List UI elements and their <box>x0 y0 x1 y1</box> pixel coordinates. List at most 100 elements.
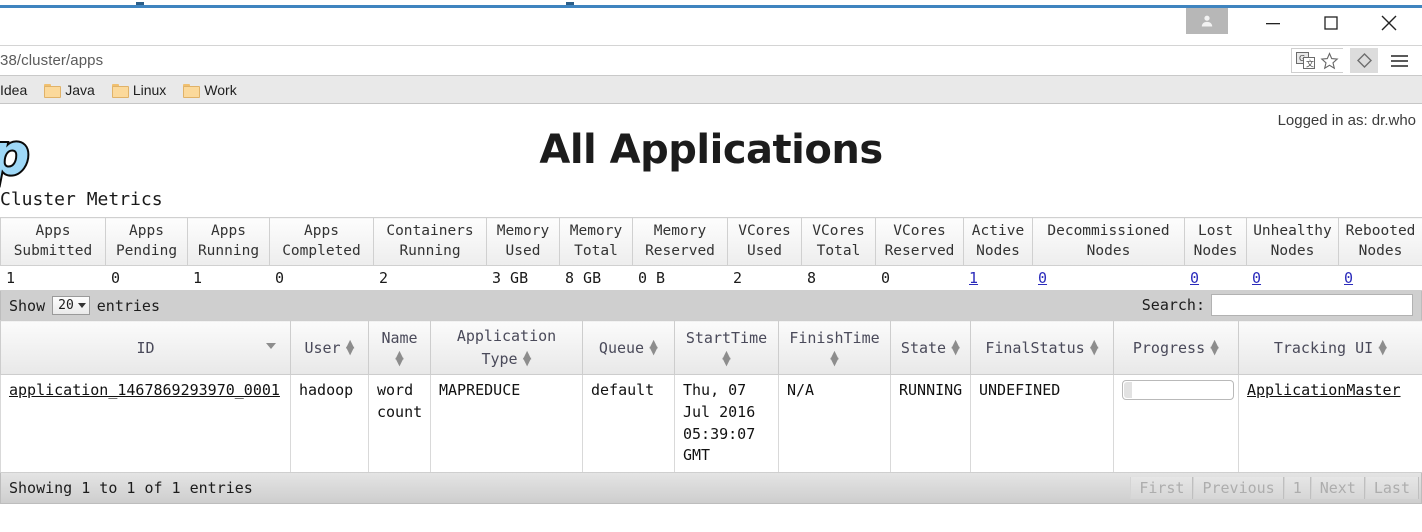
metric-value-apps-completed: 0 <box>269 265 374 292</box>
bookmark-item-java[interactable]: Java <box>44 82 104 98</box>
column-label: Name <box>381 329 418 348</box>
column-label: Tracking UI <box>1273 338 1374 357</box>
browser-chrome: 38/cluster/apps G 文 Idea Java Linux Work <box>0 0 1422 104</box>
header-line: Submitted <box>13 242 93 259</box>
metric-value-apps-running: 1 <box>187 265 270 292</box>
column-header-state[interactable]: State ▲ ▼ <box>890 320 971 376</box>
pagination-next[interactable]: Next <box>1310 477 1365 500</box>
cell-application-type: MAPREDUCE <box>430 374 583 474</box>
header-line: Memory <box>653 223 707 239</box>
column-label: StartTime <box>685 329 768 348</box>
column-header-user[interactable]: User ▲ ▼ <box>290 320 369 376</box>
sort-both-icon[interactable]: ▲ ▼ <box>395 349 404 367</box>
maximize-button[interactable] <box>1308 8 1354 38</box>
unhealthy-nodes-link[interactable]: 0 <box>1252 269 1261 287</box>
column-header-progress[interactable]: Progress ▲ ▼ <box>1113 320 1239 376</box>
header-line: Apps <box>35 223 71 239</box>
tab-strip[interactable] <box>0 0 1422 8</box>
decommissioned-nodes-link[interactable]: 0 <box>1038 269 1047 287</box>
rebooted-nodes-link[interactable]: 0 <box>1344 269 1353 287</box>
metric-value-apps-submitted: 1 <box>0 265 106 292</box>
sort-both-icon[interactable]: ▲ ▼ <box>1210 338 1219 356</box>
page-length-control[interactable]: Show 20 entries <box>9 296 160 316</box>
column-header-finalstatus[interactable]: FinalStatus ▲ ▼ <box>970 320 1114 376</box>
star-icon[interactable] <box>1320 51 1339 70</box>
column-header-finishtime[interactable]: FinishTime ▲ ▼ <box>778 320 891 376</box>
extension-button[interactable] <box>1350 48 1378 73</box>
address-bar[interactable]: 38/cluster/apps G 文 <box>0 45 1422 76</box>
header-line: Nodes <box>976 242 1020 259</box>
column-header-id[interactable]: ID <box>0 320 291 376</box>
url-text[interactable]: 38/cluster/apps <box>0 52 1291 69</box>
sort-both-icon[interactable]: ▲ ▼ <box>1378 338 1387 356</box>
pagination-previous[interactable]: Previous <box>1193 477 1284 500</box>
sort-both-icon[interactable]: ▲ ▼ <box>722 349 731 367</box>
header-line: Used <box>747 242 782 259</box>
application-id-link[interactable]: application_1467869293970_0001 <box>9 381 280 399</box>
sort-both-icon[interactable]: ▲ ▼ <box>951 338 960 356</box>
person-icon <box>1201 15 1213 27</box>
metric-header-active-nodes: Active Nodes <box>963 216 1033 267</box>
metric-value-memory-reserved: 0 B <box>632 265 728 292</box>
pagination: First Previous 1 Next Last <box>1130 477 1419 500</box>
pagination-last[interactable]: Last <box>1364 477 1419 500</box>
lost-nodes-link[interactable]: 0 <box>1190 269 1199 287</box>
pagination-first[interactable]: First <box>1130 477 1194 500</box>
header-line: Apps <box>129 223 164 239</box>
header-line: Containers <box>386 223 474 239</box>
bookmark-item-idea[interactable]: Idea <box>0 82 36 98</box>
svg-text:文: 文 <box>1306 58 1314 68</box>
header-line: Nodes <box>1193 242 1238 259</box>
application-master-link[interactable]: ApplicationMaster <box>1247 381 1401 399</box>
column-header-queue[interactable]: Queue ▲ ▼ <box>582 320 675 376</box>
metric-header-apps-running: Apps Running <box>187 216 270 267</box>
hamburger-menu-icon <box>1390 64 1408 67</box>
sort-both-icon[interactable]: ▲ ▼ <box>523 349 532 367</box>
cell-name: word count <box>368 374 431 474</box>
header-line: VCores <box>893 223 946 239</box>
metric-header-vcores-used: VCores Used <box>727 216 802 267</box>
page-length-select[interactable]: 20 <box>52 296 90 316</box>
applications-table: ID User ▲ ▼ Name ▲ ▼ Application Type ▲ … <box>0 320 1422 474</box>
header-line: VCores <box>738 223 791 239</box>
metric-header-decommissioned-nodes: Decommissioned Nodes <box>1032 216 1185 267</box>
metric-header-unhealthy-nodes: Unhealthy Nodes <box>1246 216 1339 267</box>
column-label: Type <box>481 350 518 369</box>
hadoop-logo[interactable]: op <box>0 126 32 186</box>
header-line: Pending <box>115 242 178 259</box>
profile-button[interactable] <box>1186 8 1228 34</box>
page-title: All Applications <box>539 127 883 173</box>
column-header-tracking-ui[interactable]: Tracking UI ▲ ▼ <box>1238 320 1422 376</box>
browser-menu-button[interactable] <box>1384 48 1414 73</box>
sort-both-icon[interactable]: ▲ ▼ <box>830 349 839 367</box>
search-input[interactable] <box>1211 294 1413 317</box>
sort-both-icon[interactable]: ▲ ▼ <box>346 338 355 356</box>
bookmark-item-work[interactable]: Work <box>183 82 245 98</box>
close-button[interactable] <box>1366 8 1412 38</box>
header-line: Running <box>197 242 260 259</box>
cell-id[interactable]: application_1467869293970_0001 <box>0 374 291 474</box>
metric-value-unhealthy-nodes[interactable]: 0 <box>1246 265 1339 292</box>
header-line: Rebooted <box>1345 223 1416 239</box>
metric-header-memory-total: Memory Total <box>559 216 633 267</box>
minimize-button[interactable] <box>1250 8 1296 38</box>
cell-tracking-ui[interactable]: ApplicationMaster <box>1238 374 1422 474</box>
metric-value-decommissioned-nodes[interactable]: 0 <box>1032 265 1185 292</box>
translate-icon[interactable]: G 文 <box>1296 51 1316 70</box>
sort-descending-icon[interactable] <box>266 343 276 350</box>
header-line: Running <box>399 242 461 259</box>
column-header-name[interactable]: Name ▲ ▼ <box>368 320 431 376</box>
metric-value-active-nodes[interactable]: 1 <box>963 265 1033 292</box>
metric-value-lost-nodes[interactable]: 0 <box>1184 265 1247 292</box>
metric-header-memory-reserved: Memory Reserved <box>632 216 728 267</box>
sort-both-icon[interactable]: ▲ ▼ <box>1090 338 1099 356</box>
active-nodes-link[interactable]: 1 <box>969 269 978 287</box>
bookmark-item-linux[interactable]: Linux <box>111 82 175 98</box>
metric-value-rebooted-nodes[interactable]: 0 <box>1338 265 1422 292</box>
column-header-application-type[interactable]: Application Type ▲ ▼ <box>430 320 583 376</box>
cell-state: RUNNING <box>890 374 971 474</box>
metric-value-vcores-total: 8 <box>801 265 876 292</box>
sort-both-icon[interactable]: ▲ ▼ <box>649 338 658 356</box>
pagination-page-1[interactable]: 1 <box>1283 477 1311 500</box>
column-header-starttime[interactable]: StartTime ▲ ▼ <box>674 320 779 376</box>
